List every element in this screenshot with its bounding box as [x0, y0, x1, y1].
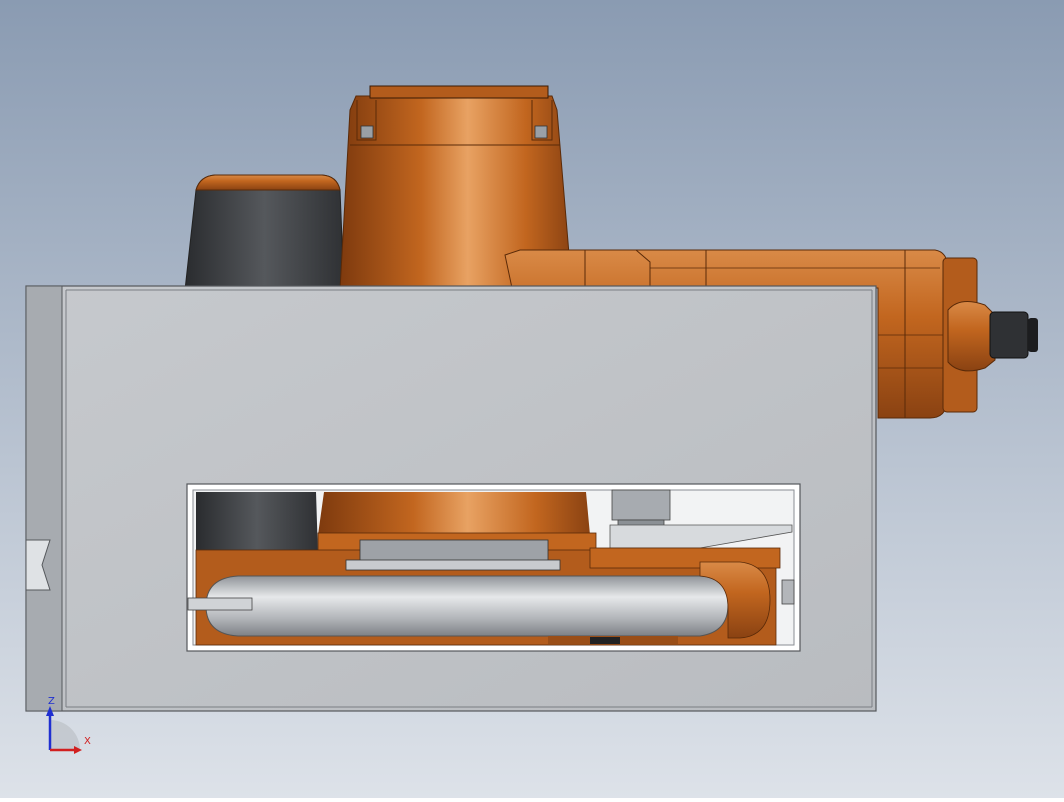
cad-viewport[interactable]: Z X — [0, 0, 1064, 798]
x-axis-label: X — [84, 736, 91, 747]
coordinate-triad: Z X — [40, 696, 100, 760]
z-axis-label: Z — [48, 696, 55, 707]
black-motor-cap — [184, 174, 345, 291]
window-cutout — [186, 483, 801, 652]
grey-tube — [205, 575, 729, 637]
model-view[interactable] — [0, 0, 1064, 798]
